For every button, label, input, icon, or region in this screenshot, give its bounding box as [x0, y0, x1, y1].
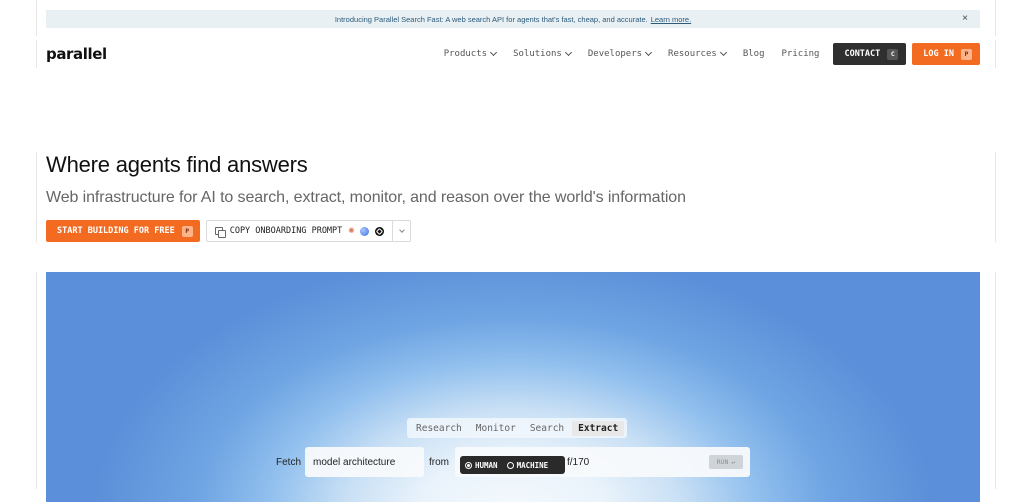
human-label: HUMAN	[475, 460, 498, 470]
start-building-label: START BUILDING FOR FREE	[57, 226, 175, 236]
login-label: LOG IN	[923, 49, 954, 59]
guide-rail	[36, 272, 37, 489]
run-label: RUN	[716, 458, 729, 466]
machine-label: MACHINE	[516, 460, 549, 470]
chevron-down-icon	[490, 48, 498, 57]
fetch-input[interactable]: model architecture	[305, 447, 424, 477]
nav-resources-label: Resources	[668, 49, 717, 59]
nav-pricing[interactable]: Pricing	[782, 49, 820, 59]
copy-prompt-button-group: COPY ONBOARDING PROMPT ✺	[205, 220, 412, 242]
chevron-down-icon	[719, 48, 727, 57]
audience-toggle: HUMAN MACHINE	[460, 456, 565, 474]
shortcut-key: P	[961, 48, 972, 60]
announcement-bar: Introducing Parallel Search Fast: A web …	[46, 10, 980, 28]
logo[interactable]: parallel	[46, 45, 107, 63]
tab-research[interactable]: Research	[410, 421, 468, 436]
start-building-button[interactable]: START BUILDING FOR FREE P	[46, 220, 200, 242]
human-radio[interactable]: HUMAN	[465, 461, 498, 470]
nav-solutions[interactable]: Solutions	[513, 48, 572, 59]
nav-products-label: Products	[443, 49, 488, 59]
shortcut-key: C	[887, 48, 899, 60]
radio-icon	[506, 461, 514, 469]
gemini-icon	[360, 226, 370, 236]
copy-prompt-button[interactable]: COPY ONBOARDING PROMPT ✺	[207, 221, 393, 241]
tab-extract[interactable]: Extract	[572, 420, 625, 436]
guide-rail	[36, 152, 37, 242]
enter-icon: ↵	[731, 458, 736, 466]
guide-rail	[995, 40, 996, 68]
announcement-text: Introducing Parallel Search Fast: A web …	[334, 14, 648, 24]
from-label: from	[429, 457, 449, 468]
copy-icon	[214, 226, 226, 238]
nav-products[interactable]: Products	[443, 48, 498, 59]
url-value: f/170	[567, 456, 590, 468]
nav-resources[interactable]: Resources	[668, 48, 727, 59]
radio-icon	[465, 461, 472, 469]
openai-icon	[375, 226, 385, 236]
nav-links: Products Solutions Developers Resources …	[443, 48, 820, 59]
learn-more-link[interactable]: Learn more.	[651, 15, 691, 24]
copy-prompt-dropdown[interactable]	[392, 221, 410, 241]
contact-button[interactable]: CONTACT C	[833, 43, 907, 65]
nav-developers[interactable]: Developers	[587, 48, 653, 59]
demo-tabs: Research Monitor Search Extract	[407, 418, 628, 438]
nav-solutions-label: Solutions	[513, 49, 562, 59]
guide-rail	[995, 0, 996, 36]
fetch-label: Fetch	[276, 457, 302, 468]
hero-demo-panel: Research Monitor Search Extract Fetch mo…	[46, 272, 980, 502]
tab-monitor[interactable]: Monitor	[470, 421, 522, 436]
nav-developers-label: Developers	[587, 49, 643, 59]
machine-radio[interactable]: MACHINE	[506, 460, 549, 470]
nav-blog[interactable]: Blog	[743, 49, 765, 59]
page-title: Where agents find answers	[46, 152, 308, 177]
run-button[interactable]: RUN ↵	[709, 455, 743, 469]
guide-rail	[36, 0, 37, 36]
guide-rail	[36, 40, 37, 68]
page-subtitle: Web infrastructure for AI to search, ext…	[46, 189, 686, 206]
tab-search[interactable]: Search	[524, 421, 570, 436]
chevron-down-icon	[398, 226, 405, 233]
chevron-down-icon	[645, 48, 653, 57]
close-icon[interactable]: ×	[962, 13, 968, 24]
contact-label: CONTACT	[844, 49, 881, 59]
copy-prompt-label: COPY ONBOARDING PROMPT	[229, 226, 343, 236]
login-button[interactable]: LOG IN P	[912, 43, 980, 65]
chevron-down-icon	[564, 48, 572, 57]
guide-rail	[995, 152, 996, 242]
guide-rail	[995, 272, 996, 489]
shortcut-key: P	[181, 225, 193, 237]
cta-row: START BUILDING FOR FREE P COPY ONBOARDIN…	[46, 220, 412, 242]
claude-icon: ✺	[348, 225, 355, 236]
top-nav: parallel Products Solutions Developers R…	[46, 40, 980, 68]
